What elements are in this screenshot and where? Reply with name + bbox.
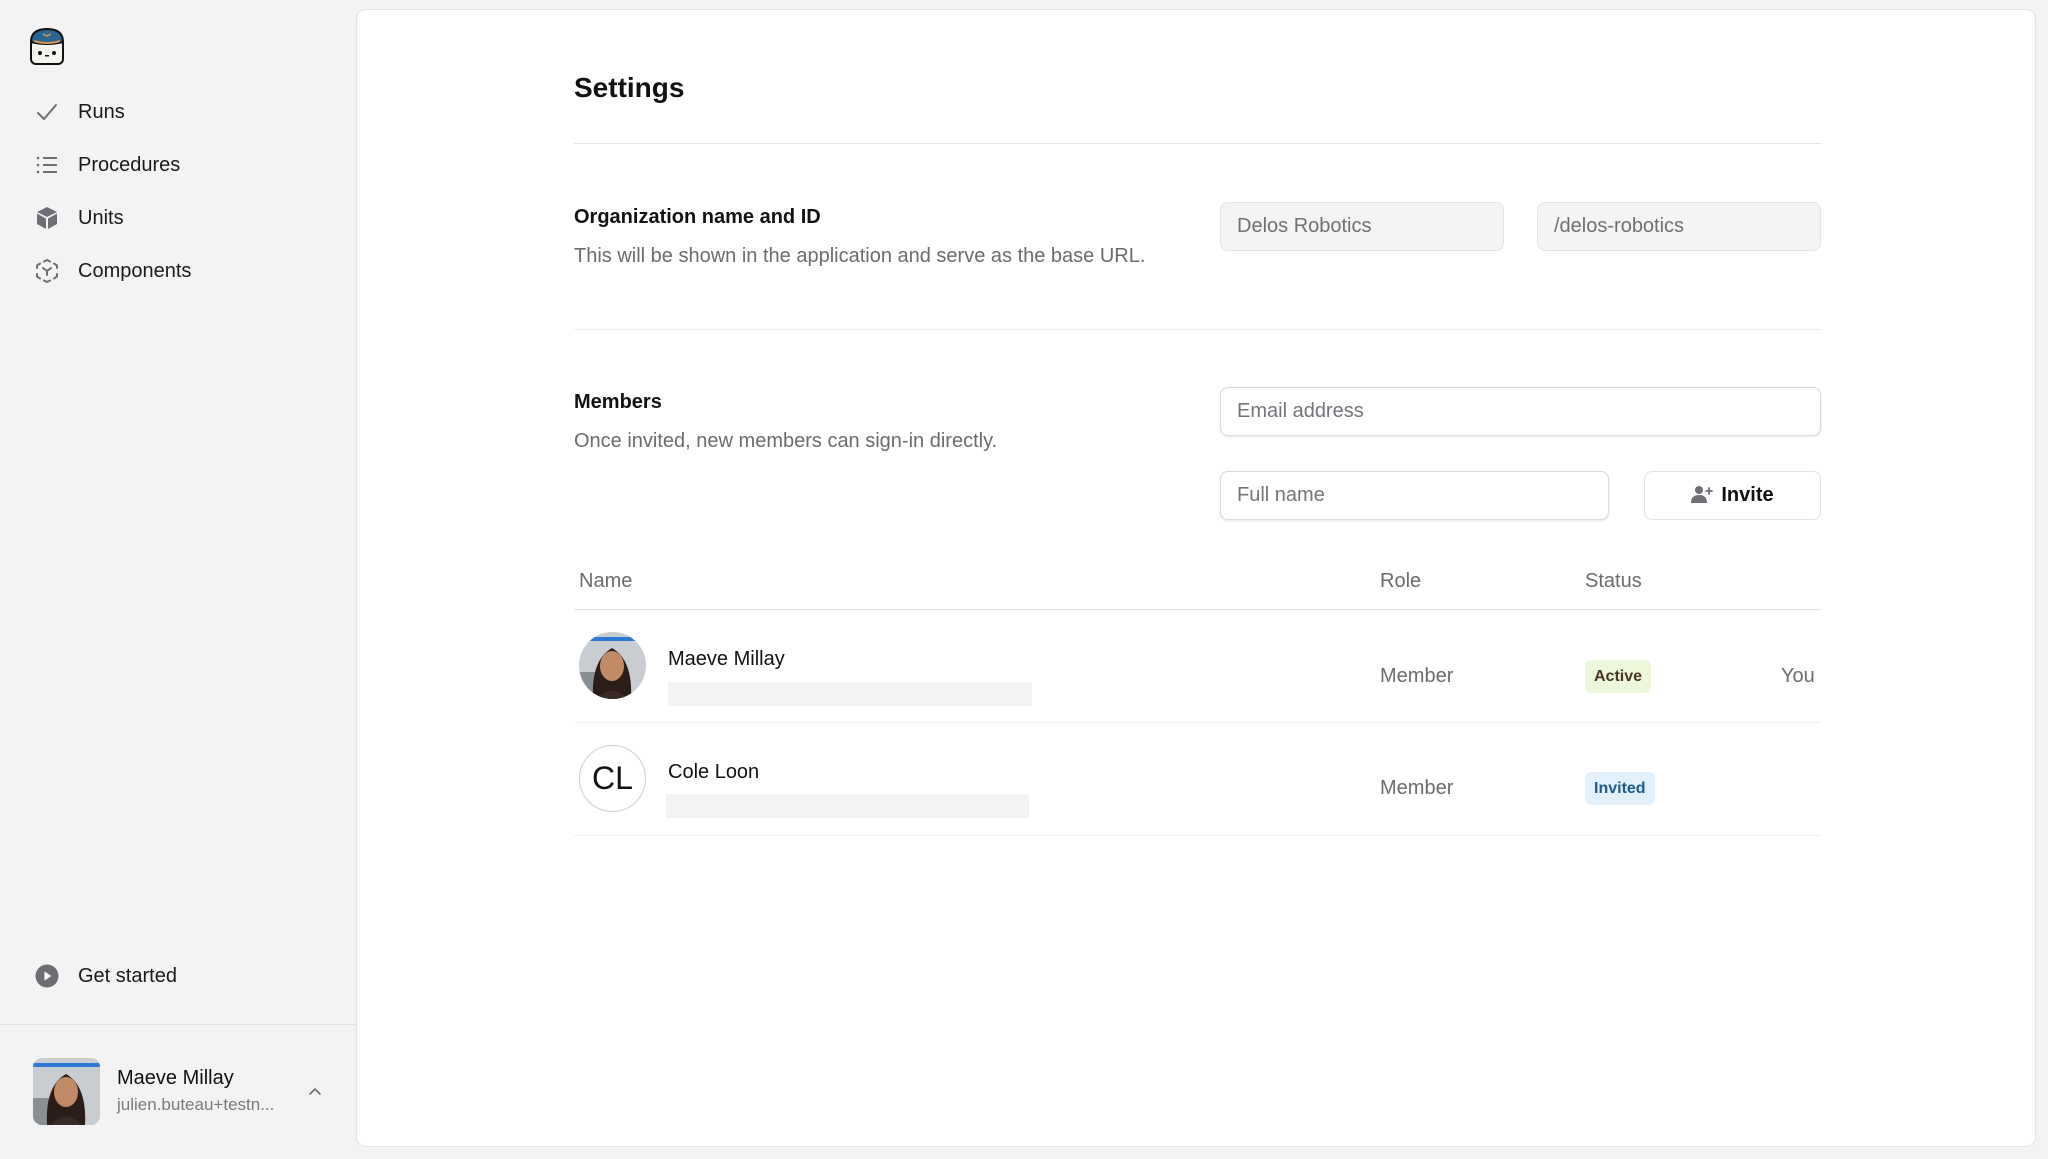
check-icon <box>24 100 70 124</box>
play-circle-icon <box>24 964 70 988</box>
organization-id-field[interactable] <box>1537 202 1821 251</box>
members-section-description: Once invited, new members can sign-in di… <box>574 430 998 452</box>
organization-section-title: Organization name and ID <box>574 206 821 228</box>
status-badge: Invited <box>1585 772 1655 805</box>
chevron-up-icon[interactable] <box>303 1079 327 1103</box>
invite-button[interactable]: Invite <box>1644 471 1821 520</box>
add-user-icon <box>1691 485 1714 506</box>
member-email-placeholder <box>666 794 1029 818</box>
member-role: Member <box>1380 665 1454 687</box>
main-panel: Settings Organization name and ID This w… <box>356 9 2036 1147</box>
sidebar-item-get-started[interactable]: Get started <box>24 954 324 998</box>
component-icon <box>24 259 70 283</box>
current-user-label: You <box>1781 665 1815 687</box>
sidebar: Runs Procedures Units Components Get sta… <box>0 0 356 1159</box>
column-header-name[interactable]: Name <box>579 570 632 593</box>
avatar: CL <box>579 745 646 812</box>
column-header-status[interactable]: Status <box>1585 570 1642 593</box>
user-menu[interactable]: Maeve Millay julien.buteau+testn... <box>33 1057 333 1125</box>
user-email: julien.buteau+testn... <box>117 1095 275 1114</box>
table-header-divider <box>574 609 1821 610</box>
sidebar-item-label: Get started <box>78 964 177 987</box>
members-section-title: Members <box>574 391 662 413</box>
organization-section-description: This will be shown in the application an… <box>574 245 1146 267</box>
sidebar-item-label: Runs <box>78 100 125 123</box>
member-email-placeholder <box>668 682 1032 706</box>
sidebar-item-procedures[interactable]: Procedures <box>24 143 324 187</box>
status-badge: Active <box>1585 660 1652 693</box>
column-header-role[interactable]: Role <box>1380 570 1421 593</box>
divider <box>574 329 1821 330</box>
avatar <box>33 1057 100 1125</box>
member-name: Maeve Millay <box>668 648 785 670</box>
sidebar-item-components[interactable]: Components <box>24 249 324 293</box>
email-field[interactable] <box>1220 387 1821 436</box>
sidebar-divider <box>0 1024 356 1025</box>
mascot-logo[interactable] <box>28 26 66 66</box>
organization-name-field[interactable] <box>1220 202 1504 251</box>
sidebar-item-label: Units <box>78 206 124 229</box>
avatar <box>579 632 646 699</box>
full-name-field[interactable] <box>1220 471 1609 520</box>
sidebar-item-label: Procedures <box>78 153 181 176</box>
user-name: Maeve Millay <box>117 1067 234 1089</box>
sidebar-item-units[interactable]: Units <box>24 196 324 240</box>
sidebar-item-label: Components <box>78 259 192 282</box>
member-name: Cole Loon <box>668 761 760 783</box>
cube-icon <box>24 206 70 230</box>
row-divider <box>574 722 1821 723</box>
sidebar-item-runs[interactable]: Runs <box>24 90 324 134</box>
list-icon <box>24 153 70 177</box>
invite-button-label: Invite <box>1721 484 1774 506</box>
member-role: Member <box>1380 777 1454 799</box>
row-divider <box>574 835 1821 836</box>
divider <box>574 143 1821 144</box>
page-title: Settings <box>574 72 685 103</box>
